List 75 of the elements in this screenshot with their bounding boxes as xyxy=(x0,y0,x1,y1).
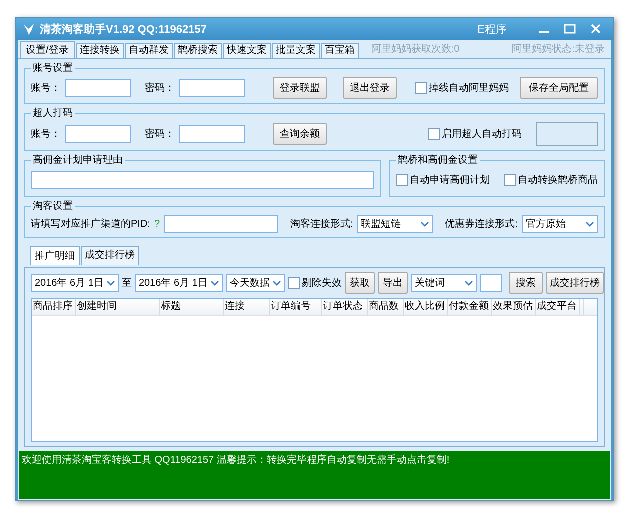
group-title: 账号设置 xyxy=(32,62,74,75)
tab[interactable]: 百宝箱 xyxy=(320,43,359,58)
checkbox[interactable] xyxy=(396,174,408,186)
group-title: 超人打码 xyxy=(32,106,74,120)
input-field[interactable] xyxy=(179,125,245,143)
input-field[interactable] xyxy=(65,79,131,97)
tab[interactable]: 鹊桥搜索 xyxy=(174,43,222,58)
column-header[interactable]: 创建时间 xyxy=(76,299,160,315)
checkbox-label: 掉线自动阿里妈妈 xyxy=(429,82,509,95)
column-header[interactable]: 订单编号 xyxy=(270,299,322,315)
column-header[interactable]: 商品排序 xyxy=(32,299,76,315)
button[interactable]: 退出登录 xyxy=(343,77,397,99)
caret-icon xyxy=(106,280,115,286)
dropdown[interactable]: 2016年 6月 1日 xyxy=(134,274,223,292)
column-header[interactable]: 标题 xyxy=(160,299,224,315)
column-header[interactable]: 效果预估 xyxy=(492,299,536,315)
group-title: 鹊桥和高佣金设置 xyxy=(397,154,479,167)
field-label: 请填写对应推广渠道的PID: xyxy=(31,218,150,231)
column-header[interactable]: 订单状态 xyxy=(322,299,368,315)
tab[interactable]: 批量文案 xyxy=(272,43,320,58)
tab[interactable]: 连接转换 xyxy=(76,43,124,58)
checkbox[interactable] xyxy=(504,174,516,186)
button[interactable]: 导出 xyxy=(378,272,408,294)
input-field[interactable] xyxy=(65,125,131,143)
dropdown[interactable]: 今天数据 xyxy=(226,274,285,292)
field-label: 密码： xyxy=(145,128,175,141)
ranking-button[interactable]: 成交排行榜 xyxy=(546,272,604,294)
tab[interactable]: 成交排行榜 xyxy=(81,246,139,265)
checkbox-label: 自动申请高佣计划 xyxy=(410,174,490,187)
status-text: 阿里妈妈状态:未登录 xyxy=(512,44,605,56)
range-label: 至 xyxy=(122,277,132,290)
status-bar: 欢迎使用清茶淘宝客转换工具 QQ11962157 温馨提示：转换完毕程序自动复制无需手动点击复制! xyxy=(19,451,610,499)
dropdown[interactable]: 关键词 xyxy=(410,274,477,292)
input-field[interactable] xyxy=(31,171,374,189)
checkbox[interactable] xyxy=(428,128,440,140)
search-button[interactable]: 搜索 xyxy=(508,272,543,294)
checkbox-label: 剔除失效 xyxy=(302,276,342,290)
dropdown[interactable]: 联盟短链 xyxy=(357,215,434,233)
group-title: 高佣金计划申请理由 xyxy=(32,154,124,167)
checkbox[interactable] xyxy=(288,277,300,289)
checkbox-label: 自动转换鹊桥商品 xyxy=(518,174,598,187)
caret-icon xyxy=(272,280,281,286)
field-label: 淘客连接形式: xyxy=(290,218,354,231)
group-title: 淘客设置 xyxy=(32,200,74,213)
tab[interactable]: 自动群发 xyxy=(124,43,173,58)
dropdown[interactable]: 2016年 6月 1日 xyxy=(31,274,119,292)
field-label: 密码： xyxy=(145,82,175,95)
button[interactable]: 查询余额 xyxy=(273,123,327,145)
checkbox[interactable] xyxy=(415,82,427,94)
caret-icon xyxy=(586,222,594,226)
save-button[interactable]: 保存全局配置 xyxy=(520,77,598,99)
input-field[interactable] xyxy=(179,79,245,97)
tab[interactable]: 快速文案 xyxy=(222,43,271,58)
field-label: 优惠券连接形式: xyxy=(445,218,518,231)
button[interactable]: 获取 xyxy=(344,272,375,294)
tab[interactable]: 推广明细 xyxy=(30,246,80,265)
window-title: 清茶淘客助手V1.92 QQ:11962157 xyxy=(40,22,207,36)
caret-icon xyxy=(210,280,219,286)
column-header[interactable]: 成交平台 xyxy=(536,299,580,315)
column-header[interactable]: 收入比例 xyxy=(404,299,448,315)
column-header[interactable]: 连接 xyxy=(224,299,270,315)
field-label: 账号： xyxy=(31,128,61,141)
tab[interactable]: 设置/登录 xyxy=(20,41,75,58)
button[interactable]: 登录联盟 xyxy=(273,77,327,99)
input-field[interactable] xyxy=(164,215,278,233)
caret-icon xyxy=(421,222,430,226)
column-header[interactable]: 商品数 xyxy=(368,299,404,315)
caret-icon xyxy=(464,280,473,286)
display-box xyxy=(536,122,598,146)
search-field[interactable] xyxy=(480,274,502,292)
field-label: 账号： xyxy=(31,82,61,95)
checkbox-label: 启用超人自动打码 xyxy=(442,128,522,141)
column-header[interactable]: 付款金额 xyxy=(448,299,492,315)
status-text: 阿里妈妈获取次数:0 xyxy=(371,44,460,56)
dropdown[interactable]: 官方原始 xyxy=(522,215,598,233)
